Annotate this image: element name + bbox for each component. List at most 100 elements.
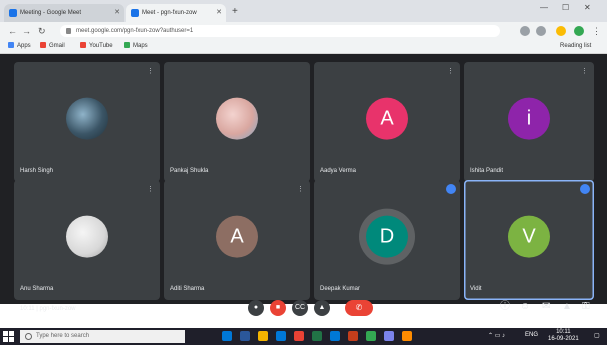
search-placeholder: Type here to search xyxy=(36,333,90,339)
close-tab-icon[interactable]: ✕ xyxy=(114,4,120,22)
language-indicator[interactable]: ENG xyxy=(525,332,538,338)
bookmark-apps[interactable]: Apps xyxy=(8,40,31,53)
participant-avatar: A xyxy=(366,97,408,140)
participant-tile[interactable]: ⋮ Harsh Singh xyxy=(14,62,160,182)
meeting-time: 10:11 xyxy=(20,306,35,312)
participant-name: Vidit xyxy=(470,286,482,292)
bookmark-maps[interactable]: Maps xyxy=(124,40,148,53)
participant-avatar: D xyxy=(366,215,408,258)
browser-toolbar: ← → ↻ meet.google.com/pgn-fxun-zow?authu… xyxy=(0,22,607,40)
bookmark-gmail[interactable]: Gmail xyxy=(40,40,65,53)
excel-icon[interactable] xyxy=(312,331,322,341)
captions-button[interactable]: CC xyxy=(292,300,308,316)
participant-avatar: V xyxy=(508,215,550,258)
edge-icon[interactable] xyxy=(276,331,286,341)
participant-name: Harsh Singh xyxy=(20,168,54,174)
gmail-icon xyxy=(40,42,46,49)
tab-title: Meet - pgn-fxun-zow xyxy=(142,10,197,16)
apps-grid-icon xyxy=(8,42,14,49)
participant-name: Anu Sharma xyxy=(20,286,54,292)
bookmarks-bar: Apps Gmail YouTube Maps Reading list xyxy=(0,40,607,54)
forward-icon[interactable]: → xyxy=(22,25,31,37)
participant-avatar: i xyxy=(508,97,550,140)
close-tab-icon[interactable]: ✕ xyxy=(216,4,222,22)
windows-start-icon[interactable] xyxy=(3,331,14,342)
participant-name: Deepak Kumar xyxy=(320,286,361,292)
participant-name: Ishita Pandit xyxy=(470,168,504,174)
participant-photo xyxy=(66,97,108,140)
new-tab-button[interactable]: + xyxy=(232,6,238,18)
lock-icon xyxy=(66,28,71,34)
camera-off-icon[interactable]: ■ xyxy=(270,300,286,316)
browser-tab-active[interactable]: Meet - pgn-fxun-zow ✕ xyxy=(126,4,226,22)
more-options-icon[interactable]: ⋮ xyxy=(297,185,304,193)
participant-photo xyxy=(66,215,108,258)
teams-icon[interactable] xyxy=(384,331,394,341)
word-icon[interactable] xyxy=(240,331,250,341)
task-view-icon[interactable] xyxy=(222,331,232,341)
maps-icon xyxy=(124,42,130,49)
browser-tab-strip: Meeting - Google Meet ✕ Meet - pgn-fxun-… xyxy=(0,0,607,22)
address-text: meet.google.com/pgn-fxun-zow?authuser=1 xyxy=(76,28,194,34)
star-icon[interactable] xyxy=(536,26,546,36)
participant-tile[interactable]: A ⋮ Aadya Verma xyxy=(314,62,460,182)
maximize-icon[interactable]: ☐ xyxy=(562,3,569,12)
extension-icon[interactable] xyxy=(520,26,530,36)
meet-app-icon[interactable] xyxy=(366,331,376,341)
participant-tile-selected[interactable]: V Vidit xyxy=(464,180,594,300)
search-icon xyxy=(25,333,32,340)
more-options-icon[interactable]: ⋮ xyxy=(147,185,154,193)
windows-taskbar: Type here to search ⌃ ▭ ♪ ENG 10:11 16-0… xyxy=(0,328,607,345)
notifications-icon[interactable]: ▢ xyxy=(594,332,600,339)
info-icon[interactable]: ⓘ xyxy=(500,301,510,313)
chrome-icon[interactable] xyxy=(294,331,304,341)
more-options-icon[interactable]: ⋮ xyxy=(147,67,154,75)
present-icon[interactable]: ▲ xyxy=(314,300,330,316)
app-icon[interactable] xyxy=(402,331,412,341)
bookmark-youtube[interactable]: YouTube xyxy=(80,40,113,53)
profile-avatar[interactable] xyxy=(574,26,584,36)
chat-icon[interactable]: ✉ xyxy=(542,301,550,313)
reload-icon[interactable]: ↻ xyxy=(38,25,46,37)
youtube-icon xyxy=(80,42,86,49)
meet-favicon-icon xyxy=(131,9,139,17)
activities-icon[interactable]: ▲ xyxy=(562,301,572,313)
clock-time: 10:11 xyxy=(556,329,571,335)
minimize-icon[interactable]: — xyxy=(540,3,548,12)
meeting-area: ⋮ Harsh Singh Pankaj Shukla A ⋮ Aadya Ve… xyxy=(0,54,607,304)
address-bar[interactable]: meet.google.com/pgn-fxun-zow?authuser=1 xyxy=(60,25,500,37)
participant-name: Pankaj Shukla xyxy=(170,168,209,174)
participant-name: Aadya Verma xyxy=(320,168,357,174)
powerpoint-icon[interactable] xyxy=(348,331,358,341)
participant-tile[interactable]: i ⋮ Ishita Pandit xyxy=(464,62,594,182)
participant-tile[interactable]: ⋮ Anu Sharma xyxy=(14,180,160,300)
taskbar-clock[interactable]: 10:11 16-09-2021 xyxy=(548,329,579,343)
browser-tab[interactable]: Meeting - Google Meet ✕ xyxy=(4,4,124,22)
taskbar-search[interactable]: Type here to search xyxy=(20,330,185,343)
people-icon[interactable]: ☺ xyxy=(520,301,530,313)
more-options-icon[interactable]: ⋮ xyxy=(581,67,588,75)
menu-icon[interactable]: ⋮ xyxy=(592,25,601,37)
more-options-icon[interactable]: ⋮ xyxy=(447,67,454,75)
participant-name: Aditi Sharma xyxy=(170,286,205,292)
speaking-indicator-icon xyxy=(580,184,590,194)
participant-tile[interactable]: D Deepak Kumar xyxy=(314,180,460,300)
speaking-indicator-icon xyxy=(446,184,456,194)
participant-avatar: A xyxy=(216,215,258,258)
meet-favicon-icon xyxy=(9,9,17,17)
file-explorer-icon[interactable] xyxy=(258,331,268,341)
meeting-code[interactable]: pgn-fxun-zow xyxy=(39,306,75,312)
close-window-icon[interactable]: ✕ xyxy=(584,3,591,12)
back-icon[interactable]: ← xyxy=(8,25,17,37)
profile-avatar[interactable] xyxy=(556,26,566,36)
clock-date: 16-09-2021 xyxy=(548,336,579,342)
store-icon[interactable] xyxy=(330,331,340,341)
participant-tile[interactable]: Pankaj Shukla xyxy=(164,62,310,182)
reading-list[interactable]: Reading list xyxy=(560,40,591,53)
system-tray-icons[interactable]: ⌃ ▭ ♪ xyxy=(488,332,505,339)
end-call-icon[interactable]: ✆ xyxy=(345,300,373,316)
lock-icon[interactable]: ⚿ xyxy=(582,301,590,313)
participant-tile[interactable]: A ⋮ Aditi Sharma xyxy=(164,180,310,300)
mic-off-icon[interactable]: ● xyxy=(248,300,264,316)
meeting-info: 10:11 | pgn-fxun-zow xyxy=(20,306,76,312)
